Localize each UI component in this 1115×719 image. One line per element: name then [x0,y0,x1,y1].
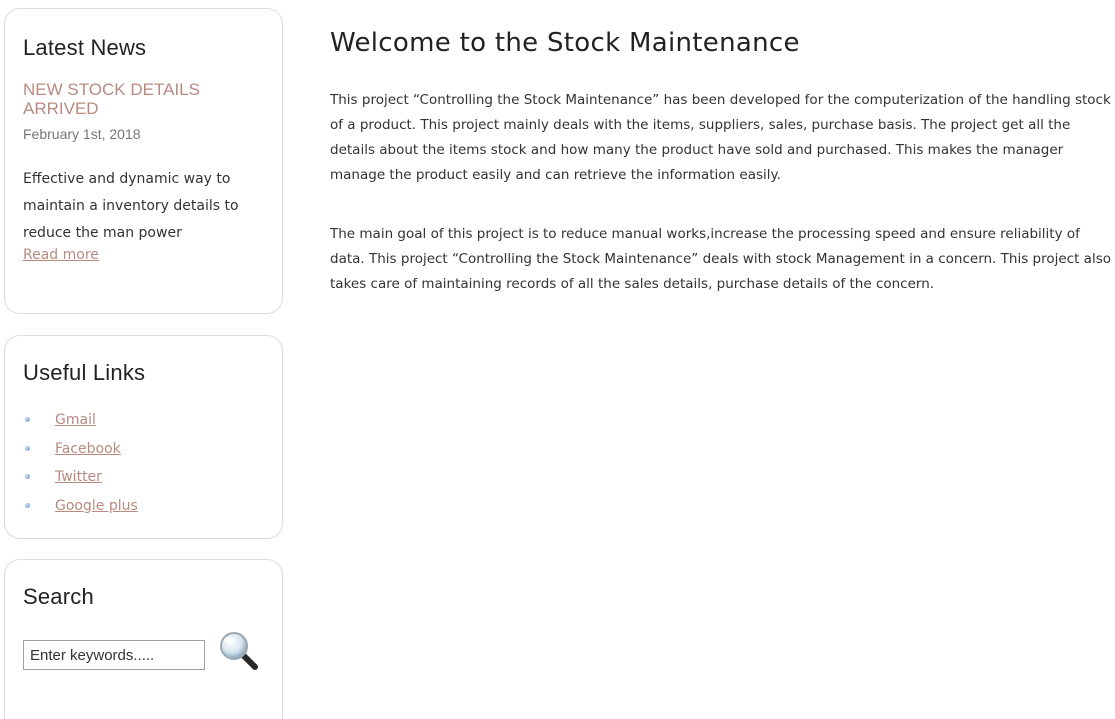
bullet-icon [25,417,30,422]
main-content: Welcome to the Stock Maintenance This pr… [330,24,1111,292]
useful-links-box: Useful Links Gmail Facebook Twitter Goog… [4,335,283,539]
search-input[interactable] [23,640,205,670]
twitter-link[interactable]: Twitter [55,469,102,485]
read-more-link[interactable]: Read more [23,247,99,263]
bullet-icon [25,445,30,451]
news-headline: NEW STOCK DETAILS ARRIVED [23,80,200,118]
list-item: Gmail [23,406,138,435]
news-body: Effective and dynamic way to maintain a … [23,171,239,241]
gmail-link[interactable]: Gmail [55,412,96,428]
search-title: Search [23,584,94,609]
magnifier-icon [220,632,258,670]
intro-paragraph: This project “Controlling the Stock Main… [330,92,1111,183]
search-button[interactable] [218,630,260,672]
search-box: Search [4,559,283,719]
latest-news-box: Latest News NEW STOCK DETAILS ARRIVED Fe… [4,8,283,314]
news-date: February 1st, 2018 [23,126,141,142]
latest-news-title: Latest News [23,35,147,60]
goal-paragraph: The main goal of this project is to redu… [330,226,1111,292]
list-item: Facebook [23,435,138,464]
google-plus-link[interactable]: Google plus [55,498,138,514]
list-item: Google plus [23,492,138,521]
bullet-icon [25,474,30,479]
facebook-link[interactable]: Facebook [55,441,121,457]
list-item: Twitter [23,463,138,492]
page-title: Welcome to the Stock Maintenance [330,28,800,58]
bullet-icon [25,502,30,508]
useful-links-title: Useful Links [23,360,146,385]
useful-links-list: Gmail Facebook Twitter Google plus [23,406,138,520]
